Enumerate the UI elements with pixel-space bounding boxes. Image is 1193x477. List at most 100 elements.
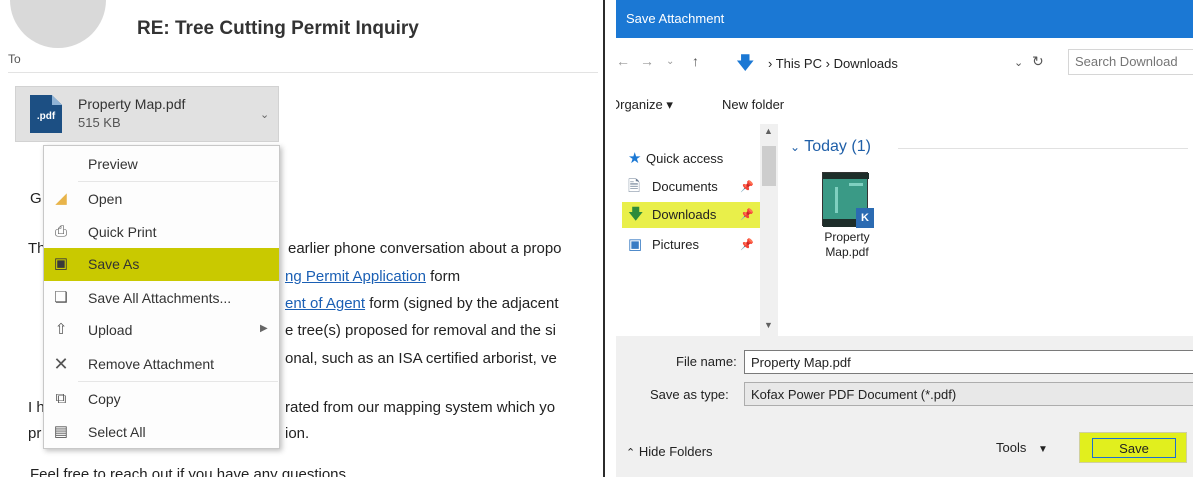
nav-item-pictures[interactable]: ▣ Pictures 📌 (622, 232, 760, 258)
pdf-file-icon-label: .pdf (36, 111, 56, 122)
address-bar[interactable]: 🡇 › This PC › Downloads (730, 52, 1030, 76)
nav-item-label: Quick access (646, 151, 724, 166)
menu-item-save-all-attachments[interactable]: ❏ Save All Attachments... (44, 282, 279, 314)
menu-item-label: Upload (88, 322, 133, 338)
search-input[interactable] (1075, 54, 1193, 69)
file-name-line1: Property (824, 230, 870, 244)
menu-item-label: Preview (88, 156, 138, 172)
save-attachment-dialog: Save Attachment ← → ⌄ ↑ 🡇 › This PC › Do… (616, 0, 1193, 477)
email-subject: RE: Tree Cutting Permit Inquiry (137, 18, 419, 39)
file-list-pane: ⌄ Today (1) K Property Map.pdf (778, 124, 1193, 336)
new-folder-button[interactable]: New folder (722, 97, 784, 112)
dialog-toolbar: Organize ▾ New folder (616, 88, 1193, 124)
attachment-name: Property Map.pdf (78, 96, 186, 112)
address-separator: › (768, 56, 773, 71)
chevron-down-icon: ⌄ (790, 140, 801, 154)
address-segment-this-pc[interactable]: This PC (776, 56, 822, 71)
menu-item-copy[interactable]: ⧉ Copy (44, 383, 279, 415)
save-button-label: Save (1119, 441, 1149, 456)
organize-button[interactable]: Organize ▾ (616, 97, 673, 113)
menu-item-upload[interactable]: ⇧ Upload ▶ (44, 314, 279, 346)
recent-locations-icon[interactable]: ⌄ (666, 56, 674, 67)
nav-item-downloads[interactable]: 🡇 Downloads 📌 (622, 202, 760, 228)
body-line2-end: form (425, 268, 461, 285)
search-box[interactable] (1068, 49, 1193, 75)
save-icon: ▣ (53, 255, 69, 272)
file-name-line2: Map.pdf (825, 245, 869, 259)
menu-item-label: Copy (88, 391, 121, 407)
submenu-arrow-icon: ▶ (260, 323, 268, 334)
save-as-type-label: Save as type: (650, 387, 729, 402)
nav-item-label: Downloads (652, 207, 717, 222)
forward-arrow-icon[interactable]: → (640, 53, 654, 69)
chevron-down-icon[interactable]: ⌄ (260, 108, 269, 121)
body-line7-start: pr (28, 425, 42, 442)
save-as-type-select[interactable]: Kofax Power PDF Document (*.pdf) (744, 382, 1193, 406)
menu-item-label: Open (88, 191, 123, 207)
pdf-file-icon-fold (52, 95, 62, 105)
menu-item-preview[interactable]: Preview (44, 148, 279, 180)
pictures-icon: ▣ (628, 236, 643, 253)
body-line5-end: onal, such as an ISA certified arborist,… (285, 350, 557, 367)
document-icon: 🗎 (628, 178, 641, 195)
body-line7-end: ion. (285, 425, 310, 442)
header-divider (8, 72, 598, 73)
pin-icon: 📌 (740, 209, 754, 221)
menu-item-label: Save As (88, 256, 140, 272)
sender-avatar (10, 0, 106, 48)
save-button[interactable]: Save (1079, 432, 1187, 463)
nav-item-quick-access[interactable]: ★ Quick access (622, 146, 760, 172)
menu-item-remove-attachment[interactable]: ✕ Remove Attachment (44, 348, 279, 380)
hide-folders-button[interactable]: ⌃ Hide Folders (626, 444, 713, 459)
pin-icon: 📌 (740, 239, 754, 251)
chevron-down-icon: ▼ (1037, 444, 1048, 455)
select-all-icon: ▤ (53, 423, 69, 440)
file-name-label: File name: (676, 354, 737, 369)
star-icon: ★ (628, 150, 642, 167)
nav-item-label: Pictures (652, 237, 699, 252)
up-arrow-icon[interactable]: ↑ (692, 53, 699, 69)
upload-icon: ⇧ (54, 321, 68, 338)
nav-pane-scrollbar[interactable]: ▲ ▼ (760, 124, 778, 336)
kofax-pdf-icon: K (856, 208, 874, 228)
menu-item-quick-print[interactable]: ⎙ Quick Print (44, 216, 279, 248)
menu-item-open[interactable]: ◢ Open (44, 183, 279, 215)
email-reading-pane: RE: Tree Cutting Permit Inquiry To .pdf … (0, 0, 605, 477)
pin-icon: 📌 (740, 181, 754, 193)
scroll-up-icon[interactable]: ▲ (764, 126, 773, 136)
save-button-focus-ring: Save (1092, 438, 1176, 458)
close-icon: ✕ (53, 354, 69, 374)
downloads-arrow-icon: 🡇 (628, 206, 644, 223)
menu-item-label: Select All (88, 424, 146, 440)
save-as-type-value: Kofax Power PDF Document (*.pdf) (751, 387, 957, 402)
tools-button[interactable]: Tools ▼ (996, 440, 1048, 455)
menu-item-label: Save All Attachments... (88, 290, 232, 306)
refresh-icon[interactable]: ↻ (1032, 53, 1044, 70)
to-label: To (8, 52, 21, 66)
attachment-card[interactable]: .pdf Property Map.pdf 515 KB ⌄ (15, 86, 279, 142)
address-dropdown-icon[interactable]: ⌄ (1014, 56, 1023, 69)
scroll-down-icon[interactable]: ▼ (764, 320, 773, 330)
menu-item-save-as[interactable]: ▣ Save As (44, 248, 279, 281)
back-arrow-icon[interactable]: ← (616, 53, 630, 69)
menu-item-select-all[interactable]: ▤ Select All (44, 416, 279, 448)
address-row: ← → ⌄ ↑ 🡇 › This PC › Downloads ⌄ ↻ (616, 38, 1193, 88)
menu-divider (78, 381, 278, 382)
scrollbar-thumb[interactable] (762, 146, 776, 186)
address-segment-downloads[interactable]: Downloads (834, 56, 898, 71)
address-separator: › (825, 56, 830, 71)
dialog-footer: File name: Save as type: Kofax Power PDF… (616, 336, 1193, 477)
agent-form-link[interactable]: ent of Agent (285, 295, 365, 312)
downloads-arrow-icon: 🡇 (736, 53, 755, 73)
nav-item-documents[interactable]: 🗎 Documents 📌 (622, 174, 760, 200)
file-name-input[interactable] (744, 350, 1193, 374)
dialog-title: Save Attachment (626, 11, 725, 26)
body-line8: Feel free to reach out if you have any q… (30, 466, 347, 477)
screenshot-stage: RE: Tree Cutting Permit Inquiry To .pdf … (0, 0, 1193, 477)
menu-divider (78, 181, 278, 182)
group-header-today[interactable]: ⌄ Today (1) (790, 138, 871, 156)
permit-application-link[interactable]: ng Permit Application (285, 268, 426, 285)
dialog-title-bar[interactable]: Save Attachment (616, 0, 1193, 38)
menu-item-label: Remove Attachment (88, 356, 215, 372)
body-line3-end: form (signed by the adjacent (365, 295, 559, 312)
